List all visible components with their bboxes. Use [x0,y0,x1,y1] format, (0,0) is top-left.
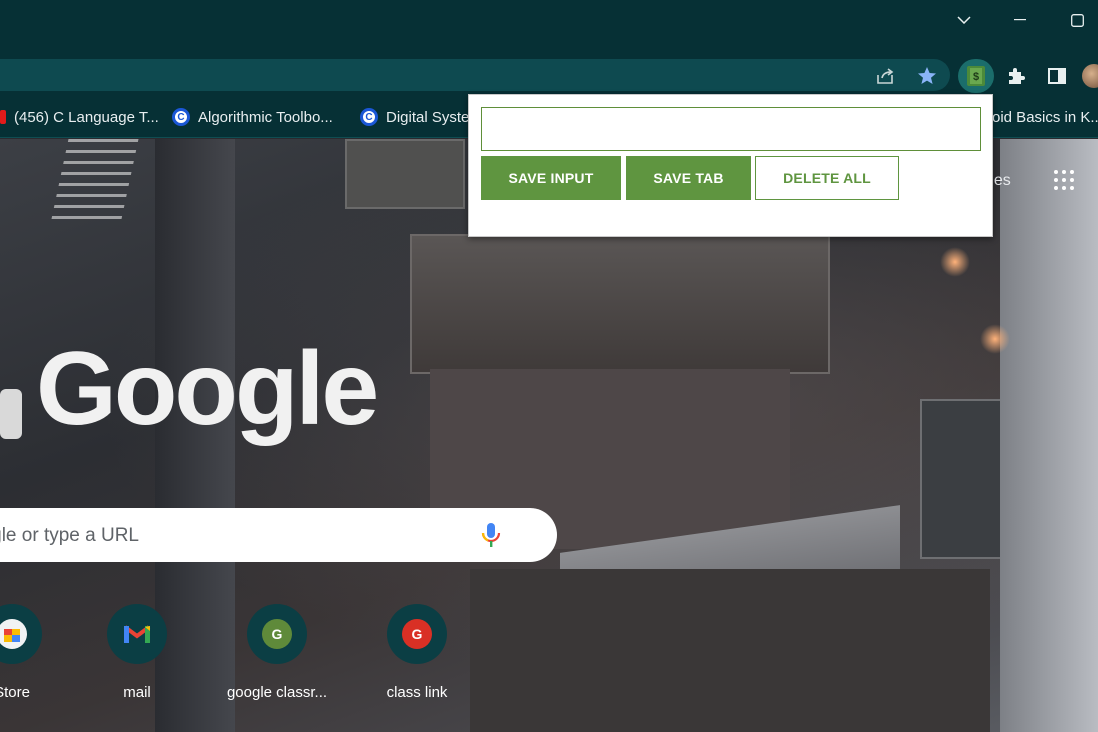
google-apps-icon[interactable] [1054,170,1074,190]
delete-all-button[interactable]: DELETE ALL [755,156,899,200]
puzzle-extensions-icon[interactable] [1004,64,1028,88]
search-placeholder: oogle or type a URL [0,525,139,546]
title-bar [0,0,1098,54]
shortcut-mail[interactable]: mail [72,604,202,701]
bookmark-digital-systems[interactable]: C Digital Syste [360,107,469,127]
side-panel-icon[interactable] [1045,64,1069,88]
share-icon[interactable] [874,64,898,88]
minimize-button[interactable] [1006,8,1034,32]
shortcut-store[interactable]: Store [0,604,77,701]
tab-search-chevron-icon[interactable] [950,8,978,32]
shortcut-label: google classr... [226,684,328,701]
bookmark-android-basics[interactable]: oid Basics in K... [992,107,1098,127]
bookmark-label: Algorithmic Toolbo... [198,108,333,126]
shortcut-tile [107,604,167,664]
bookmark-label: Digital Syste [386,108,470,126]
youtube-favicon-icon [0,110,6,124]
classroom-favicon-icon: G [262,619,292,649]
shortcut-tile: G [387,604,447,664]
ntp-search-box[interactable]: oogle or type a URL [0,508,557,562]
bookmark-label: (456) C Language T... [14,108,159,126]
extension-popup: SAVE INPUT SAVE TAB DELETE ALL [468,94,993,237]
store-favicon-icon [0,619,27,649]
coursera-favicon-icon: C [360,108,378,126]
maximize-button[interactable] [1063,8,1091,32]
dollar-extension-icon[interactable]: $ [964,64,988,88]
gmail-icon [122,619,152,649]
lead-input-field[interactable] [481,107,981,151]
shortcut-label: class link [386,684,448,701]
svg-text:$: $ [973,71,979,83]
shortcut-google-classroom[interactable]: G google classr... [212,604,342,701]
bookmark-star-icon[interactable] [915,64,939,88]
shortcut-label: mail [123,684,151,701]
google-logo: Google [36,331,379,447]
save-tab-button[interactable]: SAVE TAB [626,156,751,200]
shortcut-class-link[interactable]: G class link [352,604,482,701]
bookmark-c-language[interactable]: (456) C Language T... [0,107,159,127]
bookmark-label: oid Basics in K... [992,108,1098,126]
bookmark-algorithmic-toolbox[interactable]: C Algorithmic Toolbo... [172,107,333,127]
shortcut-tile: G [247,604,307,664]
save-input-button[interactable]: SAVE INPUT [481,156,621,200]
class-link-favicon-icon: G [402,619,432,649]
address-bar[interactable] [0,59,950,91]
microphone-icon[interactable] [480,521,502,549]
shortcut-label: Store [0,684,30,701]
shortcut-tile [0,604,42,664]
coursera-favicon-icon: C [172,108,190,126]
